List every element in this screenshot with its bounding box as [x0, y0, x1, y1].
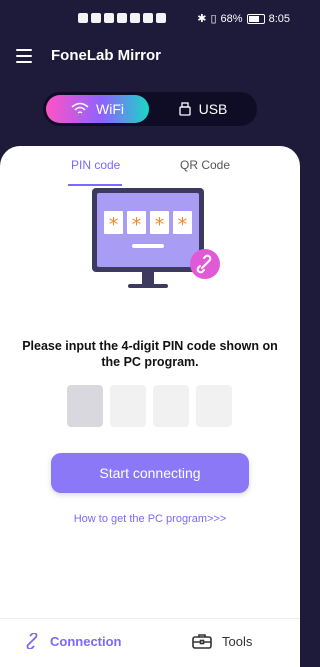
- status-bar: ✱ ▯ 68% 8:05: [0, 0, 300, 40]
- usb-mode-button[interactable]: USB: [153, 95, 253, 123]
- status-right: ✱ ▯ 68% 8:05: [197, 12, 290, 26]
- pin-asterisk: *: [109, 214, 119, 236]
- pin-digit-input[interactable]: [153, 385, 189, 427]
- nav-tools[interactable]: Tools: [192, 633, 252, 649]
- app-bar: FoneLab Mirror: [0, 40, 300, 80]
- tab-pin-code[interactable]: PIN code: [71, 158, 120, 172]
- clock: 8:05: [268, 12, 290, 25]
- start-connecting-button[interactable]: Start connecting: [51, 453, 249, 493]
- notification-icon: [143, 13, 153, 23]
- wifi-signal-icon: [91, 13, 101, 23]
- nav-connection[interactable]: Connection: [24, 633, 122, 649]
- status-notification-icons: [78, 13, 166, 23]
- notification-icon: [130, 13, 140, 23]
- nav-connection-label: Connection: [50, 633, 122, 649]
- battery-icon: [246, 13, 265, 24]
- pin-digit-input[interactable]: [196, 385, 232, 427]
- notification-icon: [104, 13, 114, 23]
- app-title: FoneLab Mirror: [51, 47, 162, 64]
- nav-tools-label: Tools: [222, 633, 253, 649]
- usb-mode-label: USB: [198, 101, 228, 117]
- battery-percent: 68%: [220, 12, 243, 25]
- notification-icon: [78, 13, 88, 23]
- usb-icon: [178, 102, 191, 116]
- vibrate-icon: ▯: [210, 13, 217, 25]
- monitor-neck: [142, 272, 154, 285]
- wifi-icon: [71, 102, 89, 114]
- tab-qr-code[interactable]: QR Code: [180, 158, 230, 172]
- pin-asterisk: *: [178, 214, 188, 236]
- notification-icon: [117, 13, 127, 23]
- main-card: PIN code QR Code * * * * Please input th…: [0, 146, 300, 666]
- bluetooth-icon: ✱: [197, 13, 207, 25]
- monitor-stand: [128, 284, 168, 288]
- notification-icon: [156, 13, 166, 23]
- pc-pin-illustration: * * * *: [92, 188, 220, 288]
- wifi-mode-label: WiFi: [96, 101, 124, 117]
- wifi-mode-button[interactable]: WiFi: [46, 95, 149, 123]
- screen-bar: [132, 244, 164, 248]
- bottom-navigation: Connection Tools: [0, 618, 300, 667]
- pin-digit-input[interactable]: [67, 385, 103, 427]
- pin-digit-input[interactable]: [110, 385, 146, 427]
- pin-asterisk: *: [132, 214, 142, 236]
- pin-asterisk: *: [155, 214, 165, 236]
- pc-program-help-link[interactable]: How to get the PC program>>>: [0, 513, 300, 525]
- menu-icon[interactable]: [16, 49, 32, 63]
- pin-instruction: Please input the 4-digit PIN code shown …: [22, 339, 278, 369]
- toolbox-icon: [192, 634, 212, 649]
- link-icon: [26, 633, 38, 649]
- connection-mode-toggle: WiFi USB: [43, 92, 257, 126]
